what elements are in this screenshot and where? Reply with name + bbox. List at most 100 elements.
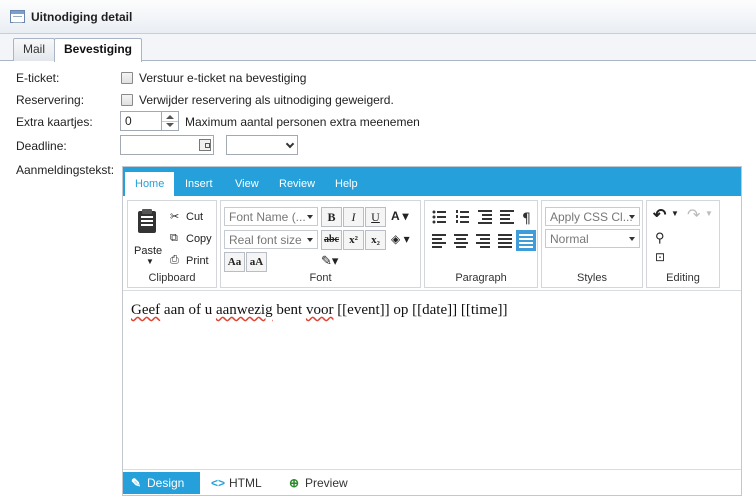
align-center-icon (454, 234, 468, 248)
grow-font-button[interactable]: aA (246, 252, 267, 272)
redo-dropdown-icon[interactable]: ▼ (705, 209, 713, 218)
print-icon: ⎙ (170, 254, 179, 266)
subscript-button[interactable]: x₂ (365, 230, 386, 250)
css-class-select[interactable]: Apply CSS Cl... (545, 207, 640, 226)
chevron-down-icon (307, 215, 313, 219)
scissors-icon: ✂ (170, 211, 180, 223)
clipboard-group: Paste ▼ ✂ Cut ⧉ Copy ⎙ Print Clipboard (127, 200, 217, 288)
clipboard-group-label: Clipboard (148, 272, 196, 284)
editing-group: ↶ ▼ ↷ ▼ ⚲ ⊡ Editing (646, 200, 720, 288)
font-size-select[interactable]: Real font size (224, 230, 318, 249)
underline-button[interactable]: U (365, 207, 386, 227)
spin-down-icon[interactable] (166, 123, 174, 127)
deadline-time-select[interactable] (226, 135, 298, 155)
ribbon-tab-bar: Home Insert View Review Help (123, 167, 741, 196)
styles-group-label: Styles (577, 272, 607, 284)
extra-kaartjes-spinner[interactable] (162, 111, 179, 131)
font-name-select[interactable]: Font Name (... (224, 207, 318, 226)
deadline-label: Deadline: (16, 139, 67, 153)
paragraph-group: ¶ Paragraph (424, 200, 538, 288)
calendar-icon[interactable] (199, 139, 211, 151)
undo-icon[interactable]: ↶ (653, 205, 666, 225)
paragraph-group-label: Paragraph (455, 272, 507, 284)
paste-button[interactable]: Paste (134, 245, 162, 257)
paste-icon[interactable] (136, 207, 158, 235)
reservering-checkbox-label[interactable]: Verwijder reservering als uitnodiging ge… (139, 93, 394, 107)
numbered-list-icon (456, 210, 469, 223)
strikethrough-button[interactable]: abc (321, 230, 342, 250)
editor-content-area[interactable]: Geef aan of u aanwezig bent voor [[event… (123, 292, 741, 468)
editor-content-text[interactable]: Geef aan of u aanwezig bent voor [[event… (131, 302, 733, 319)
chevron-down-icon (629, 237, 635, 241)
font-group-label: Font (309, 272, 332, 284)
highlight-icon[interactable]: ◈ ▾ (391, 232, 410, 246)
extra-kaartjes-input[interactable]: 0 (120, 111, 162, 131)
code-icon: <> (211, 476, 226, 490)
superscript-button[interactable]: x² (343, 230, 364, 250)
ribbon-tab-view[interactable]: View (225, 167, 269, 196)
extra-kaartjes-hint: Maximum aantal personen extra meenemen (185, 115, 420, 129)
preview-mode-label: Preview (305, 476, 348, 490)
tab-bevestiging[interactable]: Bevestiging (54, 38, 143, 62)
bold-button[interactable]: B (321, 207, 342, 227)
cut-button[interactable]: Cut (186, 211, 203, 223)
copy-icon: ⧉ (170, 232, 178, 244)
indent-icon (478, 210, 492, 224)
paragraph-icons[interactable]: ¶ (428, 206, 536, 252)
ribbon: Paste ▼ ✂ Cut ⧉ Copy ⎙ Print Clipboard F… (123, 196, 741, 291)
content-word: aanwezig (215, 302, 273, 318)
redo-icon[interactable]: ↷ (687, 205, 700, 225)
window-header: Uitnodiging detail (0, 0, 756, 34)
paste-dropdown-icon[interactable]: ▼ (146, 257, 154, 266)
window-title: Uitnodiging detail (31, 10, 133, 24)
content-word: voor (305, 302, 334, 318)
undo-dropdown-icon[interactable]: ▼ (671, 209, 679, 218)
align-left-icon (432, 234, 446, 248)
justify-icon (498, 234, 512, 248)
design-mode-label: Design (147, 476, 185, 490)
chevron-down-icon (629, 215, 635, 219)
font-color-icon[interactable]: A ▾ (391, 209, 409, 223)
reservering-checkbox[interactable] (121, 94, 133, 106)
outdent-icon (500, 210, 514, 224)
tab-mail[interactable]: Mail (13, 38, 56, 61)
eticket-label: E-ticket: (16, 71, 60, 85)
font-group: Font Name (... B I U A ▾ Real font size … (220, 200, 421, 288)
paragraph-format-value: Normal (550, 232, 589, 246)
italic-button[interactable]: I (343, 207, 364, 227)
ribbon-tab-help[interactable]: Help (325, 167, 368, 196)
print-button[interactable]: Print (186, 255, 209, 267)
eticket-checkbox-label[interactable]: Verstuur e-ticket na bevestiging (139, 71, 306, 85)
ribbon-tab-home[interactable]: Home (125, 172, 175, 196)
html-mode-button[interactable]: <> HTML (205, 472, 262, 494)
font-name-value: Font Name (... (229, 210, 306, 224)
ribbon-tab-review[interactable]: Review (269, 167, 325, 196)
paragraph-format-select[interactable]: Normal (545, 229, 640, 248)
deadline-date-input[interactable] (120, 135, 214, 155)
extra-kaartjes-label: Extra kaartjes: (16, 115, 93, 129)
table-icon (10, 10, 25, 23)
eticket-checkbox[interactable] (121, 72, 133, 84)
format-painter-icon[interactable]: ✎▾ (321, 253, 338, 269)
change-case-button[interactable]: Aa (224, 252, 245, 272)
find-icon[interactable]: ⚲ (655, 230, 665, 246)
content-word: Geef (131, 302, 161, 318)
editing-group-label: Editing (666, 272, 700, 284)
design-mode-button[interactable]: ✎ Design (123, 472, 200, 494)
html-mode-label: HTML (229, 476, 262, 490)
zoom-icon: ⊕ (288, 476, 300, 490)
content-text-segment: aan of u (160, 302, 216, 318)
spin-up-icon[interactable] (166, 115, 174, 119)
copy-button[interactable]: Copy (186, 233, 212, 245)
select-all-icon[interactable]: ⊡ (655, 250, 665, 264)
font-size-value: Real font size (229, 233, 302, 247)
editor-mode-bar: ✎ Design <> HTML ⊕ Preview (123, 469, 741, 495)
styles-group: Apply CSS Cl... Normal Styles (541, 200, 643, 288)
ribbon-tab-insert[interactable]: Insert (175, 167, 223, 196)
content-text-segment: bent (272, 302, 306, 318)
tab-bar: Mail Bevestiging (0, 34, 756, 62)
preview-mode-button[interactable]: ⊕ Preview (281, 472, 348, 494)
aanmeldingstekst-label: Aanmeldingstekst: (16, 163, 115, 177)
content-text-segment: [[event]] op [[date]] [[time]] (333, 302, 508, 318)
reservering-label: Reservering: (16, 93, 85, 107)
